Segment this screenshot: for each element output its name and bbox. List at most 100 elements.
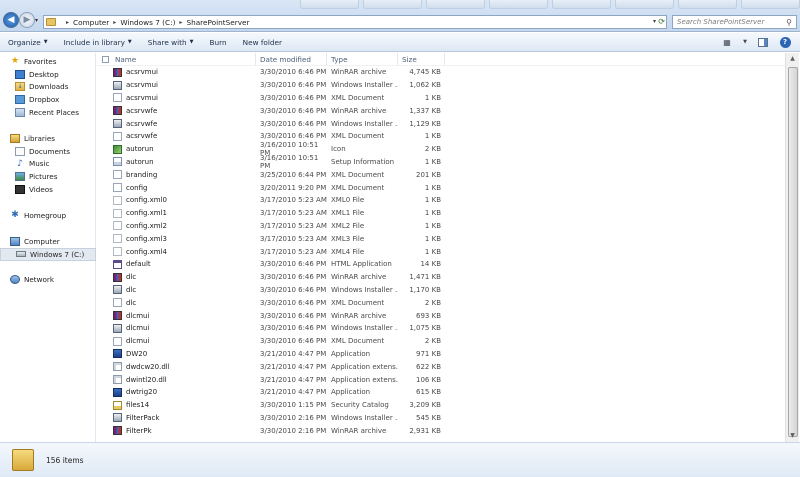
refresh-icon[interactable]: ⟳ [658,17,665,26]
address-history-dropdown[interactable]: ▾ [653,18,656,25]
file-row[interactable]: dwintl20.dll 3/21/2010 4:47 PM Application… [97,373,785,386]
file-type: Application [331,349,371,358]
nav-favorites[interactable]: ★ Favorites [0,55,96,68]
chevron-right-icon[interactable]: ▸ [66,19,69,26]
nav-label: Favorites [24,56,57,66]
file-name: DW20 [126,349,148,358]
nav-computer[interactable]: Computer [0,235,96,248]
file-row[interactable]: autorun 3/16/2010 10:51 PM Icon 2 KB [97,141,785,157]
nav-label: Recent Places [29,108,79,118]
file-row[interactable]: dlcmui 3/30/2010 6:46 PM WinRAR archive 693… [97,309,785,322]
search-icon[interactable]: ⚲ [782,18,796,27]
file-date-modified: 3/21/2010 4:47 PM [260,349,327,358]
help-button[interactable]: ? [778,36,792,48]
organize-button[interactable]: Organize ▼ [0,33,56,51]
file-row[interactable]: acsrvmui 3/30/2010 6:46 PM WinRAR archive 4… [97,66,785,79]
share-with-button[interactable]: Share with ▼ [140,33,202,51]
file-name: config.xml0 [126,196,168,205]
nav-label: Network [24,274,55,284]
nav-label: Desktop [29,69,59,79]
file-size: 1,337 KB [409,106,441,115]
file-row[interactable]: default 3/30/2010 6:46 PM HTML Application… [97,258,785,271]
nav-documents[interactable]: Documents [0,145,96,158]
file-name-cell: DW20 [97,349,256,359]
nav-recent-places[interactable]: Recent Places [0,106,96,119]
burn-button[interactable]: Burn [201,33,234,51]
forward-button[interactable]: ▶ [19,12,35,28]
address-bar[interactable]: ▸ Computer ▸ Windows 7 (C:) ▸ SharePoint… [43,15,667,29]
file-name-cell: dlcmui [97,323,256,333]
file-row[interactable]: dlcmui 3/30/2010 6:46 PM XML Document 2 KB [97,335,785,348]
homegroup-group: ✱ Homegroup [0,209,96,222]
nav-homegroup[interactable]: ✱ Homegroup [0,209,96,222]
file-type: Windows Installer ... [331,81,398,90]
view-options-dropdown[interactable]: ▼ [742,36,748,48]
file-row[interactable]: config 3/20/2011 9:20 PM XML Document 1 KB [97,181,785,194]
scroll-down-arrow[interactable]: ▼ [786,430,799,442]
column-header-size[interactable]: Size [398,53,445,65]
nav-pictures[interactable]: Pictures [0,170,96,183]
nav-dropbox[interactable]: Dropbox [0,93,96,106]
back-button[interactable]: ◀ [3,12,19,28]
file-name-cell: branding [97,170,256,180]
file-row[interactable]: files14 3/30/2010 1:15 PM Security Catalog… [97,399,785,412]
file-row[interactable]: acsrvwfe 3/30/2010 6:46 PM Windows Install… [97,117,785,130]
nav-network[interactable]: Network [0,273,96,286]
file-row[interactable]: autorun 3/16/2010 10:51 PM Setup Informati… [97,154,785,170]
file-row[interactable]: dlc 3/30/2010 6:46 PM XML Document 2 KB [97,296,785,309]
include-in-library-button[interactable]: Include in library ▼ [56,33,140,51]
file-row[interactable]: dwdcw20.dll 3/21/2010 4:47 PM Application … [97,360,785,373]
scroll-up-arrow[interactable]: ▲ [786,53,799,65]
file-row[interactable]: config.xml0 3/17/2010 5:23 AM XML0 File 1 K… [97,194,785,207]
nav-libraries[interactable]: Libraries [0,132,96,145]
file-row[interactable]: FilterPk 3/30/2010 2:16 PM WinRAR archive 2… [97,424,785,437]
file-row[interactable]: config.xml2 3/17/2010 5:23 AM XML2 File 1 K… [97,220,785,233]
file-row[interactable]: acsrvmui 3/30/2010 6:46 PM XML Document 1 K… [97,92,785,105]
change-view-button[interactable]: ▦ [720,36,734,48]
file-name-cell: files14 [97,400,256,410]
breadcrumb-current-folder[interactable]: SharePointServer [186,18,249,27]
nav-downloads[interactable]: ↓ Downloads [0,81,96,94]
breadcrumb-drive[interactable]: Windows 7 (C:) [120,18,175,27]
file-name: dlc [126,273,137,282]
file-row[interactable]: branding 3/25/2010 6:44 PM XML Document 201… [97,168,785,181]
new-folder-button[interactable]: New folder [235,33,290,51]
file-row[interactable]: config.xml4 3/17/2010 5:23 AM XML4 File 1 K… [97,245,785,258]
breadcrumb-computer[interactable]: Computer [73,18,109,27]
file-row[interactable]: DW20 3/21/2010 4:47 PM Application 971 KB [97,348,785,361]
file-row[interactable]: acsrvwfe 3/30/2010 6:46 PM WinRAR archive 1… [97,104,785,117]
windows-installer-icon [113,119,122,129]
file-date-modified: 3/30/2010 6:46 PM [260,132,327,141]
column-header-type[interactable]: Type [327,53,398,65]
videos-icon [15,185,25,195]
column-header-date-modified[interactable]: Date modified [256,53,327,65]
chevron-right-icon[interactable]: ▸ [179,19,182,26]
file-row[interactable]: dwtrig20 3/21/2010 4:47 PM Application 615 … [97,386,785,399]
file-row[interactable]: FilterPack 3/30/2010 2:16 PM Windows Insta… [97,412,785,425]
file-type: WinRAR archive [331,68,387,77]
file-row[interactable]: dlc 3/30/2010 6:46 PM WinRAR archive 1,471 … [97,271,785,284]
nav-music[interactable]: ♪ Music [0,158,96,171]
file-row[interactable]: dlcmui 3/30/2010 6:46 PM Windows Installer… [97,322,785,335]
column-header-name[interactable]: Name [111,53,256,65]
nav-desktop[interactable]: Desktop [0,68,96,81]
nav-windows7-drive[interactable]: Windows 7 (C:) [0,247,96,261]
preview-pane-button[interactable] [756,36,770,48]
recent-pages-dropdown[interactable]: ▾ [35,17,38,24]
vertical-scrollbar[interactable]: ▲ ▼ [785,53,799,442]
chevron-right-icon[interactable]: ▸ [113,19,116,26]
file-date-modified: 3/30/2010 1:15 PM [260,401,327,410]
search-input[interactable]: Search SharePointServer [677,18,782,26]
select-all-checkbox[interactable] [97,53,111,65]
file-row[interactable]: acsrvmui 3/30/2010 6:46 PM Windows Install… [97,79,785,92]
file-row[interactable]: dlc 3/30/2010 6:46 PM Windows Installer ..… [97,284,785,297]
file-name-cell: autorun [97,157,256,167]
scroll-thumb[interactable] [788,67,798,437]
file-row[interactable]: config.xml3 3/17/2010 5:23 AM XML3 File 1 K… [97,232,785,245]
file-row[interactable]: config.xml1 3/17/2010 5:23 AM XML1 File 1 K… [97,207,785,220]
file-row[interactable]: acsrvwfe 3/30/2010 6:46 PM XML Document 1 K… [97,130,785,143]
file-name: dlc [126,298,137,307]
search-box[interactable]: Search SharePointServer ⚲ [672,15,797,29]
nav-videos[interactable]: Videos [0,183,96,196]
nav-label: Videos [29,185,53,195]
